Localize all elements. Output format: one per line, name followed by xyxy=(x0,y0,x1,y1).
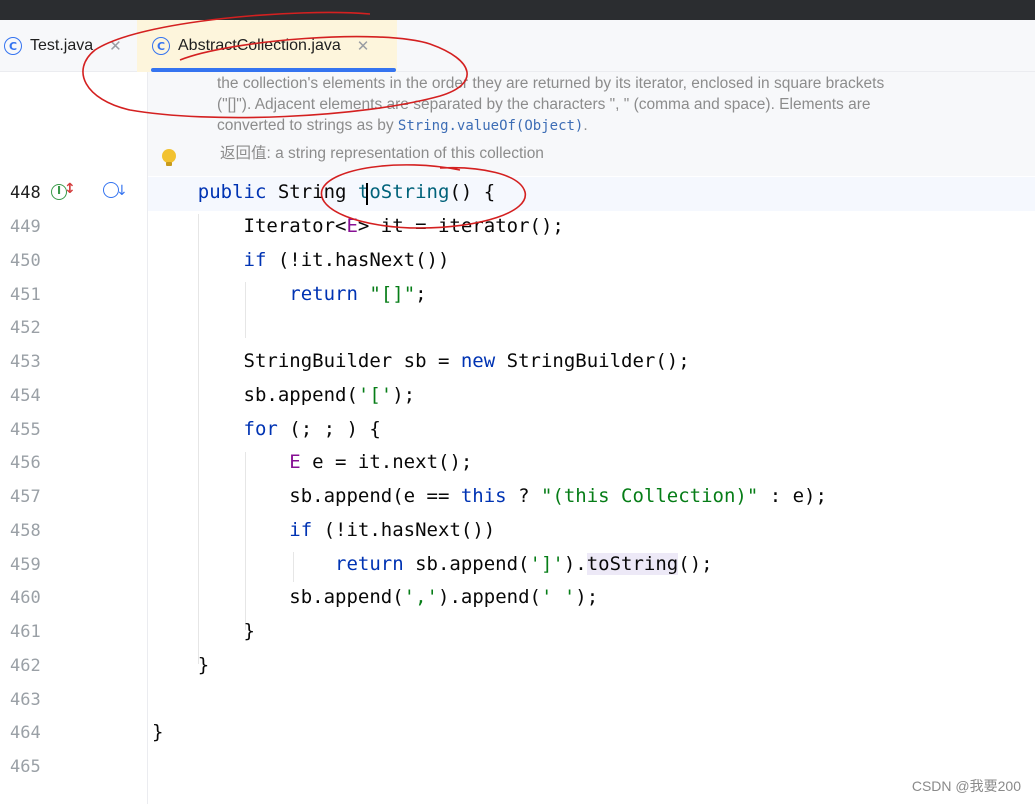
tab-label: Test.java xyxy=(30,37,94,54)
line-number: 454 xyxy=(10,386,41,406)
code-line-448[interactable]: public String toString() { xyxy=(152,181,495,203)
doc-code-reference[interactable]: String.valueOf(Object) xyxy=(398,118,583,134)
implements-method-icon[interactable]: I ↕ xyxy=(51,181,76,202)
line-number: 462 xyxy=(10,656,41,676)
line-number: 451 xyxy=(10,285,41,305)
tab-test-java[interactable]: C Test.java ✕ xyxy=(4,20,134,72)
class-icon: C xyxy=(4,37,22,55)
line-number: 456 xyxy=(10,453,41,473)
line-number: 463 xyxy=(10,690,41,710)
class-icon: C xyxy=(152,37,170,55)
doc-line: the collection's elements in the order t… xyxy=(217,75,885,92)
code-line-454[interactable]: sb.append('['); xyxy=(152,384,416,406)
line-number: 452 xyxy=(10,318,41,338)
code-line-462[interactable]: } xyxy=(152,654,209,676)
title-bar xyxy=(0,0,1035,20)
line-number: 459 xyxy=(10,555,41,575)
doc-line: ("[]"). Adjacent elements are separated … xyxy=(217,96,871,113)
doc-returns: 返回值: a string representation of this col… xyxy=(220,145,544,162)
code-line-457[interactable]: sb.append(e == this ? "(this Collection)… xyxy=(152,485,827,507)
code-line-456[interactable]: E e = it.next(); xyxy=(152,451,472,473)
close-icon[interactable]: ✕ xyxy=(357,37,370,55)
line-number: 464 xyxy=(10,723,41,743)
close-icon[interactable]: ✕ xyxy=(109,37,122,55)
editor-tab-bar: C Test.java ✕ C AbstractCollection.java … xyxy=(0,20,1035,72)
line-number: 449 xyxy=(10,217,41,237)
line-number: 457 xyxy=(10,487,41,507)
line-number: 461 xyxy=(10,622,41,642)
line-number: 460 xyxy=(10,588,41,608)
code-line-460[interactable]: sb.append(',').append(' '); xyxy=(152,586,598,608)
line-number: 448 xyxy=(10,183,41,203)
doc-line: converted to strings as by String.valueO… xyxy=(217,117,588,134)
rendered-javadoc[interactable]: the collection's elements in the order t… xyxy=(148,72,1035,176)
code-line-459[interactable]: return sb.append(']').toString(); xyxy=(152,553,713,575)
code-line-464[interactable]: } xyxy=(152,721,163,743)
overridden-method-icon[interactable]: ↓ xyxy=(103,182,128,202)
lightbulb-icon[interactable] xyxy=(162,149,176,166)
line-number: 453 xyxy=(10,352,41,372)
text-caret xyxy=(366,183,368,205)
tab-abstractcollection-java[interactable]: C AbstractCollection.java ✕ xyxy=(137,20,397,72)
line-number: 465 xyxy=(10,757,41,777)
code-line-455[interactable]: for (; ; ) { xyxy=(152,418,381,440)
tab-label: AbstractCollection.java xyxy=(178,37,341,54)
watermark: CSDN @我要200 xyxy=(911,778,1021,794)
code-line-461[interactable]: } xyxy=(152,620,255,642)
code-line-451[interactable]: return "[]"; xyxy=(152,283,426,305)
code-line-458[interactable]: if (!it.hasNext()) xyxy=(152,519,495,541)
line-number: 455 xyxy=(10,420,41,440)
line-number: 450 xyxy=(10,251,41,271)
code-line-450[interactable]: if (!it.hasNext()) xyxy=(152,249,450,271)
code-line-449[interactable]: Iterator<E> it = iterator(); xyxy=(152,215,564,237)
line-number: 458 xyxy=(10,521,41,541)
code-line-453[interactable]: StringBuilder sb = new StringBuilder(); xyxy=(152,350,690,372)
